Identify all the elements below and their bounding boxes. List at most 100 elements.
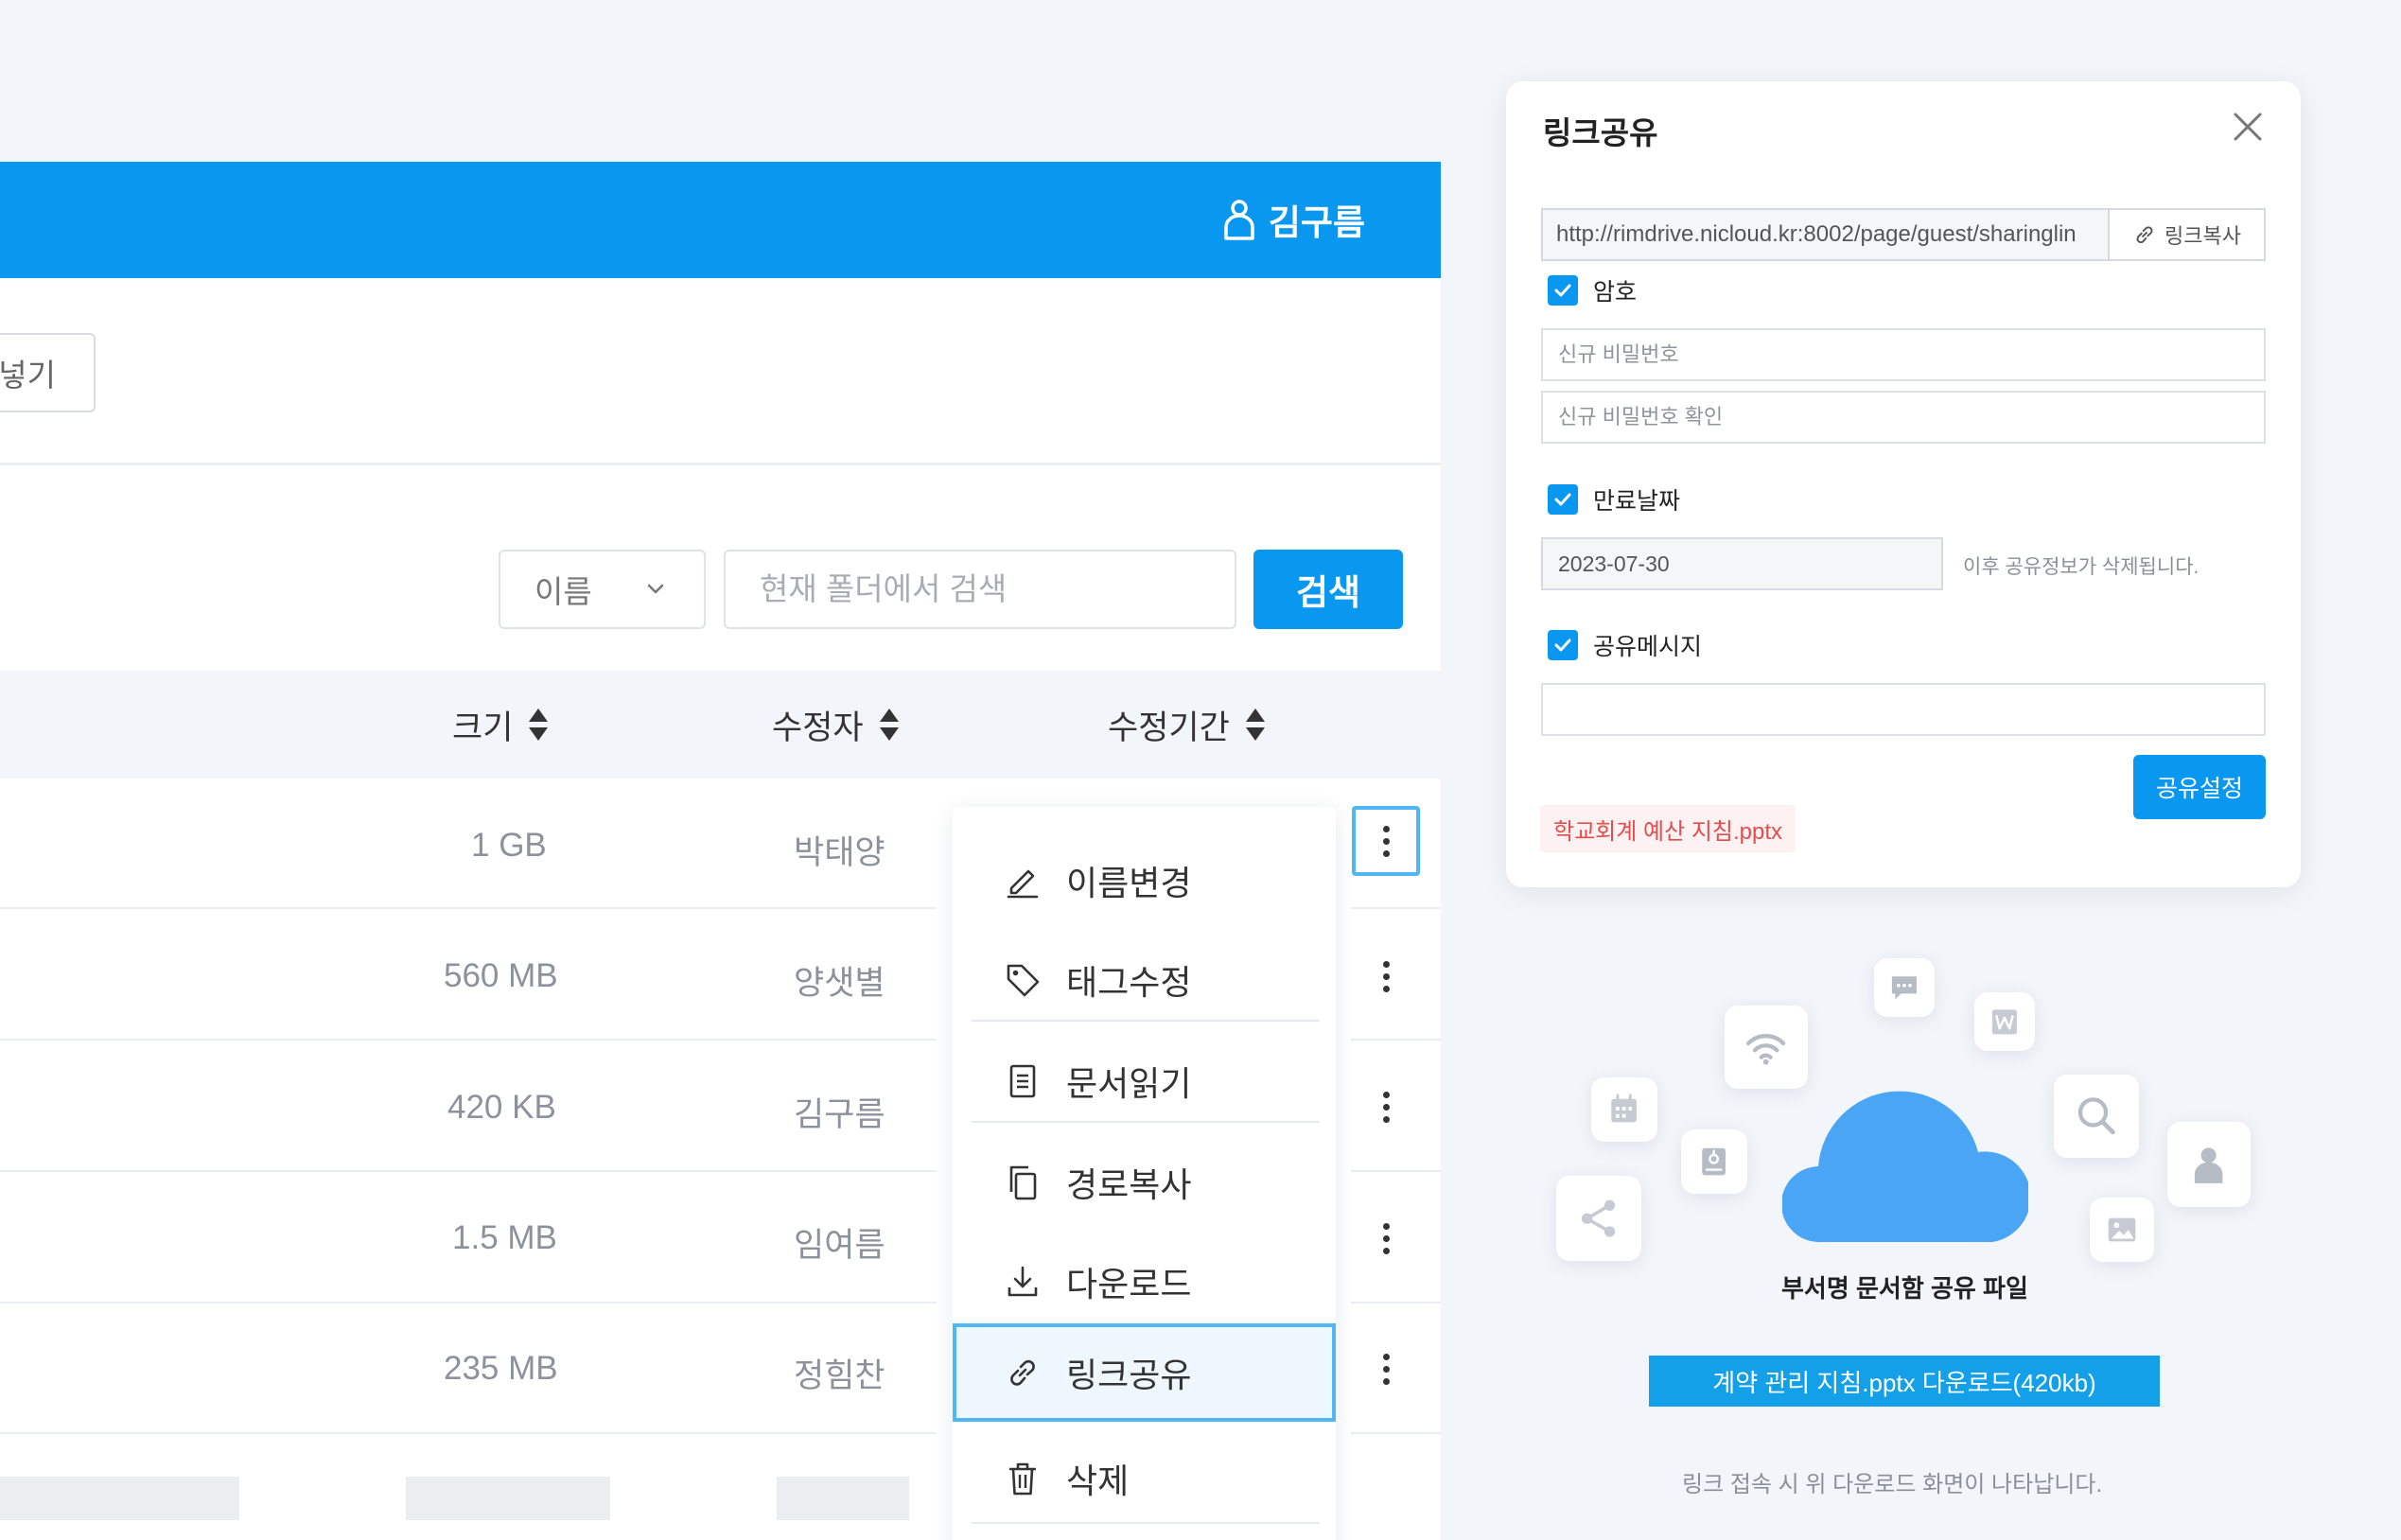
toolbar-divider [0,463,1441,465]
column-header-size[interactable]: 크기 [452,671,549,779]
top-header-bar: 김구름 [0,162,1441,278]
menu-item-label: 경로복사 [1066,1165,1192,1204]
user-icon [1224,200,1254,240]
row-size: 560 MB [444,957,558,994]
menu-item-download[interactable]: 다운로드 [972,1233,1320,1331]
download-icon [1008,1266,1038,1297]
expiry-label: 만료날짜 [1593,488,1681,515]
row-divider [1351,907,1441,909]
cloud-icon [1782,1091,2028,1242]
document-icon [1009,1064,1036,1098]
menu-item-label: 링크공유 [1066,1356,1192,1394]
close-icon[interactable] [2229,108,2267,146]
menu-item-read-document[interactable]: 문서읽기 [972,1032,1320,1130]
menu-item-copy-path[interactable]: 경로복사 [972,1133,1320,1232]
sort-icon [529,709,549,741]
search-icon [2054,1075,2139,1158]
share-settings-button[interactable]: 공유설정 [2133,755,2266,819]
column-header-modified-date-label: 수정기간 [1108,709,1230,746]
row-divider [0,1432,937,1434]
pencil-icon [1007,869,1039,899]
row-more-button[interactable] [1352,806,1420,876]
row-divider [0,1302,937,1304]
trash-icon [1009,1462,1036,1496]
context-menu: 이름변경 태그수정 문서읽기 경로복사 다운로드 링크공유 삭제 [953,807,1336,1540]
menu-item-label: 이름변경 [1066,864,1192,902]
copy-link-label: 링크복사 [2164,224,2241,248]
link-share-dialog: 링크공유 http://rimdrive.nicloud.kr:8002/pag… [1506,81,2301,887]
password-label: 암호 [1593,279,1638,306]
password-checkbox[interactable]: 암호 [1548,273,1637,307]
search-input[interactable] [724,550,1236,629]
menu-item-delete[interactable]: 삭제 [972,1429,1320,1528]
row-size: 420 KB [447,1089,556,1126]
menu-item-rename[interactable]: 이름변경 [972,831,1320,930]
expiry-date-field[interactable]: 2023-07-30 [1541,537,1943,590]
menu-separator [972,1522,1320,1524]
row-modifier: 임여름 [794,1227,885,1264]
user-menu[interactable]: 김구름 [1223,194,1365,245]
row-size: 1.5 MB [452,1219,557,1256]
user-profile-icon [2167,1122,2251,1207]
file-download-button[interactable]: 계약 관리 지침.pptx 다운로드(420kb) [1649,1356,2160,1407]
menu-item-edit-tags[interactable]: 태그수정 [972,931,1320,1029]
upload-button[interactable]: 넣기 [0,333,96,412]
user-name: 김구름 [1268,203,1365,242]
new-password-input[interactable] [1541,328,2266,381]
shared-file-chip: 학교회계 예산 지침.pptx [1540,805,1796,852]
row-modifier: 정힘찬 [794,1357,885,1394]
row-divider [1351,1039,1441,1041]
row-modifier: 양샛별 [794,965,885,1002]
chevron-down-icon [647,584,664,594]
contact-card-icon [1681,1129,1747,1194]
row-divider [1351,1432,1441,1434]
menu-item-label: 문서읽기 [1066,1064,1192,1103]
menu-item-share-link[interactable]: 링크공유 [953,1323,1336,1422]
menu-item-label: 다운로드 [1066,1265,1192,1304]
tag-icon [1007,964,1040,997]
column-header-modified-date[interactable]: 수정기간 [1108,671,1266,779]
shared-folder-label: 부서명 문서함 공유 파일 [1781,1274,2028,1303]
preview-note: 링크 접속 시 위 다운로드 화면이 나타납니다. [1682,1472,2103,1497]
row-divider [0,1170,937,1172]
row-more-button[interactable] [1352,1203,1420,1273]
search-type-select[interactable]: 이름 [499,550,706,629]
row-size: 1 GB [471,827,547,864]
share-link-url[interactable]: http://rimdrive.nicloud.kr:8002/page/gue… [1541,208,2111,261]
message-label: 공유메시지 [1593,634,1703,660]
loading-skeleton [406,1477,610,1520]
search-type-value: 이름 [535,574,592,609]
expiry-checkbox[interactable]: 만료날짜 [1548,482,1680,516]
row-more-button[interactable] [1352,1072,1420,1142]
sort-icon [879,709,899,741]
checkbox-checked-icon [1548,630,1578,660]
expiry-note: 이후 공유정보가 삭제됩니다. [1963,556,2199,578]
copy-link-button[interactable]: 링크복사 [2108,208,2266,261]
row-divider [1351,1170,1441,1172]
copy-icon [1009,1165,1037,1200]
calendar-icon [1591,1077,1657,1142]
row-divider [0,907,937,909]
row-modifier: 김구름 [794,1096,885,1133]
confirm-password-input[interactable] [1541,391,2266,444]
checkbox-checked-icon [1548,484,1578,515]
loading-skeleton [0,1477,239,1520]
column-header-modifier[interactable]: 수정자 [772,671,900,779]
upload-button-label: 넣기 [0,358,56,393]
dialog-title: 링크공유 [1543,115,1658,150]
menu-separator [972,1020,1320,1022]
message-checkbox[interactable]: 공유메시지 [1548,628,1702,662]
row-more-button[interactable] [1352,1334,1420,1404]
checkbox-checked-icon [1548,275,1578,306]
sort-icon [1245,709,1265,741]
image-icon [2090,1198,2154,1262]
link-icon [2136,226,2153,244]
share-message-input[interactable] [1541,683,2266,736]
column-header-size-label: 크기 [452,709,514,746]
table-header: 크기 수정자 수정기간 [0,671,1441,779]
row-divider [0,1039,937,1041]
share-icon [1556,1176,1641,1261]
search-button[interactable]: 검색 [1253,550,1403,629]
row-size: 235 MB [444,1350,558,1387]
row-more-button[interactable] [1352,941,1420,1011]
